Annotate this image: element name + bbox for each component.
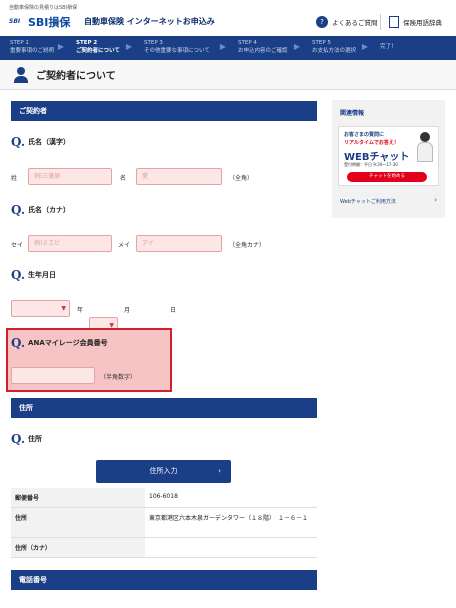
question-birthdate: Q. 生年月日 [11, 268, 56, 282]
step-3: STEP 3 その他重要な事項について ▶ [134, 36, 228, 60]
day-unit: 日 [170, 307, 177, 314]
chevron-right-icon: ▶ [219, 42, 226, 51]
question-address: Q. 住所 [11, 432, 42, 446]
step-1: STEP 1 重要事項のご説明 ▶ [0, 36, 66, 60]
step-complete: 完了！ [370, 36, 430, 60]
halfwidth-note: （半角数字） [100, 374, 137, 381]
sei-kana-input[interactable]: 例)ミエビ [28, 235, 112, 252]
book-icon [389, 16, 399, 28]
question-name-kana: Q. 氏名（カナ） [11, 203, 70, 217]
sidebar-title: 関連情報 [340, 110, 365, 117]
header-divider [380, 14, 381, 30]
chevron-down-icon: ▼ [61, 305, 66, 312]
sei-kana-label: セイ [11, 242, 24, 249]
faq-label: よくあるご質問 [332, 19, 378, 27]
fullwidth-kana-note: （全角カナ） [229, 242, 266, 249]
related-info-sidebar: 関連情報 お客さまの質問に リアルタイムでお答え！ WEBチャット 受付時間：平… [332, 100, 445, 218]
step-label: お申込内容のご確認 [238, 48, 288, 54]
question-name-kanji: Q. 氏名（漢字） [11, 135, 70, 149]
q-mark-icon: Q. [11, 268, 26, 282]
chevron-right-icon: ▶ [125, 42, 132, 51]
section-header-contractor: ご契約者 [11, 101, 317, 121]
month-unit: 月 [124, 307, 131, 314]
person-icon [14, 66, 28, 83]
step-number: STEP 4 [238, 40, 257, 46]
dictionary-link[interactable]: 保険用語辞典 [389, 16, 442, 28]
postal-code-value: 106-6018 [145, 488, 317, 508]
fullwidth-note: （全角） [229, 175, 254, 182]
mei-label: 名 [120, 175, 127, 182]
question-label: 氏名（漢字） [28, 138, 71, 146]
address-label: 住所 [11, 507, 145, 538]
webchat-help-link[interactable]: Webチャットご利用方法 [340, 198, 396, 205]
address-kana-label: 住所（カナ） [11, 537, 145, 558]
chevron-right-icon: ▶ [361, 42, 368, 51]
q-mark-icon: Q. [11, 135, 26, 149]
mei-kana-input[interactable]: アイ [136, 235, 222, 252]
step-number: STEP 3 [144, 40, 163, 46]
table-row: 住所 東京都港区六本木泉ガーデンタワー（１８階） １－６－１ [11, 507, 317, 538]
logo-text: SBI損保 [28, 16, 71, 29]
year-unit: 年 [77, 307, 84, 314]
chevron-right-icon: › [218, 467, 221, 475]
page-header: ご契約者について [0, 60, 456, 90]
address-input-button[interactable]: 住所入力 › [96, 460, 231, 483]
question-label: 生年月日 [28, 271, 57, 279]
q-mark-icon: Q. [11, 336, 26, 350]
question-label: ANAマイレージ会員番号 [28, 339, 108, 347]
app-title: 自動車保険 インターネットお申込み [84, 17, 215, 26]
sei-label: 姓 [11, 175, 18, 182]
button-label: 住所入力 [149, 467, 178, 475]
step-4: STEP 4 お申込内容のご確認 ▶ [228, 36, 302, 60]
chevron-right-icon: ▶ [293, 42, 300, 51]
address-table: 郵便番号 106-6018 住所 東京都港区六本木泉ガーデンタワー（１８階） １… [11, 488, 317, 558]
chevron-right-icon: › [434, 196, 437, 204]
table-row: 郵便番号 106-6018 [11, 488, 317, 508]
chevron-right-icon: ▶ [57, 42, 64, 51]
dictionary-label: 保険用語辞典 [403, 19, 442, 27]
step-label: 完了！ [380, 44, 397, 50]
postal-code-label: 郵便番号 [11, 488, 145, 508]
progress-steps: STEP 1 重要事項のご説明 ▶ STEP 2 ご契約者について ▶ STEP… [0, 36, 456, 60]
address-kana-value [145, 537, 317, 558]
webchat-banner[interactable]: お客さまの質問に リアルタイムでお答え！ WEBチャット 受付時間：平日 9:3… [338, 126, 439, 186]
question-label: 住所 [28, 435, 43, 443]
sei-kanji-input[interactable]: 例)三菱原 [28, 168, 112, 185]
top-note: 自動車保険の見積りはSBI損保 [9, 5, 78, 11]
logo-mark: SBI [9, 18, 21, 25]
banner-line-2: リアルタイムでお答え！ [344, 140, 399, 146]
banner-hours: 受付時間：平日 9:30～17:30 [344, 162, 398, 167]
step-2: STEP 2 ご契約者について ▶ [66, 36, 134, 60]
banner-line-1: お客さまの質問に [344, 132, 385, 138]
faq-link[interactable]: ? よくあるご質問 [316, 16, 378, 28]
page-title: ご契約者について [36, 71, 116, 82]
question-label: 氏名（カナ） [28, 206, 71, 214]
start-chat-button[interactable]: チャットを始める [347, 172, 427, 182]
ana-mileage-input[interactable] [11, 367, 95, 384]
step-5: STEP 5 お支払方法の選択 ▶ [302, 36, 370, 60]
q-mark-icon: Q. [11, 432, 26, 446]
mei-kanji-input[interactable]: 愛 [136, 168, 222, 185]
mei-kana-label: メイ [118, 242, 131, 249]
section-header-phone: 電話番号 [11, 570, 317, 590]
question-ana-mileage: Q. ANAマイレージ会員番号 [11, 336, 108, 350]
step-label: その他重要な事項について [144, 48, 210, 54]
section-header-address: 住所 [11, 398, 317, 418]
banner-title: WEBチャット [344, 152, 410, 163]
question-icon: ? [316, 16, 328, 28]
address-value: 東京都港区六本木泉ガーデンタワー（１８階） １－６－１ [145, 507, 317, 538]
birth-year-select[interactable]: ▼ [11, 300, 70, 317]
operator-icon [415, 132, 435, 164]
sbi-logo[interactable]: SBI SBI損保 [9, 14, 70, 30]
q-mark-icon: Q. [11, 203, 26, 217]
table-row: 住所（カナ） [11, 537, 317, 558]
